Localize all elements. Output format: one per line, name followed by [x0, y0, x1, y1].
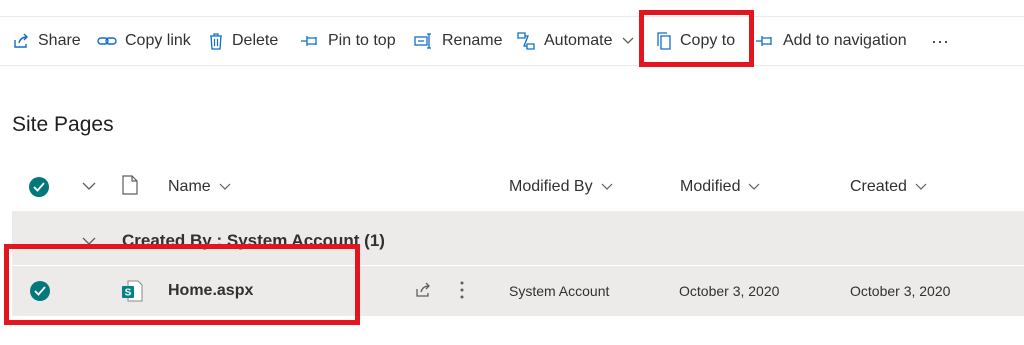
trash-icon [208, 32, 224, 50]
delete-button[interactable]: Delete [208, 17, 278, 65]
add-to-navigation-button[interactable]: Add to navigation [755, 17, 907, 65]
select-all-checkbox[interactable] [29, 166, 49, 208]
more-options-button[interactable]: ··· [931, 17, 949, 65]
share-button[interactable]: Share [12, 17, 81, 65]
row-more-options-button[interactable] [460, 266, 464, 316]
chevron-down-icon [915, 178, 927, 196]
pin-icon [755, 34, 775, 48]
pin-to-top-button[interactable]: Pin to top [300, 17, 396, 65]
chevron-down-icon [82, 178, 96, 196]
chevron-down-icon [601, 178, 613, 196]
copy-link-button[interactable]: Copy link [97, 17, 191, 65]
rename-icon [414, 33, 434, 49]
row-highlight [4, 244, 360, 325]
checkmark-icon [29, 177, 49, 197]
more-label: ··· [931, 30, 949, 51]
row-modified-by: System Account [509, 283, 610, 299]
column-header-modified-label: Modified [680, 178, 741, 195]
column-header-modified[interactable]: Modified [680, 166, 760, 208]
automate-button[interactable]: Automate [516, 17, 634, 65]
chevron-down-icon [748, 178, 760, 196]
collapse-all-toggle[interactable] [82, 166, 96, 208]
chevron-down-icon [219, 178, 231, 196]
vertical-dots-icon [460, 281, 464, 302]
share-icon [414, 281, 432, 302]
link-icon [97, 34, 117, 48]
file-type-header[interactable] [122, 166, 138, 208]
column-header-modified-by-label: Modified By [509, 178, 593, 195]
delete-label: Delete [232, 32, 279, 49]
copy-link-label: Copy link [125, 32, 191, 49]
share-icon [12, 32, 30, 50]
column-header-modified-by[interactable]: Modified By [509, 166, 613, 208]
rename-label: Rename [442, 32, 503, 49]
row-modified: October 3, 2020 [679, 283, 780, 299]
share-row-button[interactable] [414, 266, 432, 316]
rename-button[interactable]: Rename [414, 17, 502, 65]
automate-label: Automate [544, 32, 613, 49]
copy-to-highlight [639, 10, 754, 67]
page-title: Site Pages [12, 113, 114, 136]
add-to-navigation-label: Add to navigation [783, 32, 907, 49]
column-header-created-label: Created [850, 178, 907, 195]
automate-icon [516, 31, 536, 51]
column-header-row: Name Modified By Modified Created [0, 166, 1024, 208]
document-icon [122, 174, 138, 200]
column-header-name-label: Name [168, 178, 211, 195]
pin-icon [300, 34, 320, 48]
pin-to-top-label: Pin to top [328, 32, 396, 49]
share-label: Share [38, 32, 81, 49]
command-bar: Share Copy link Delete Pin to top Rename… [0, 16, 1024, 66]
column-header-created[interactable]: Created [850, 166, 927, 208]
row-created: October 3, 2020 [850, 283, 951, 299]
chevron-down-icon [622, 37, 634, 45]
column-header-name[interactable]: Name [168, 166, 231, 208]
